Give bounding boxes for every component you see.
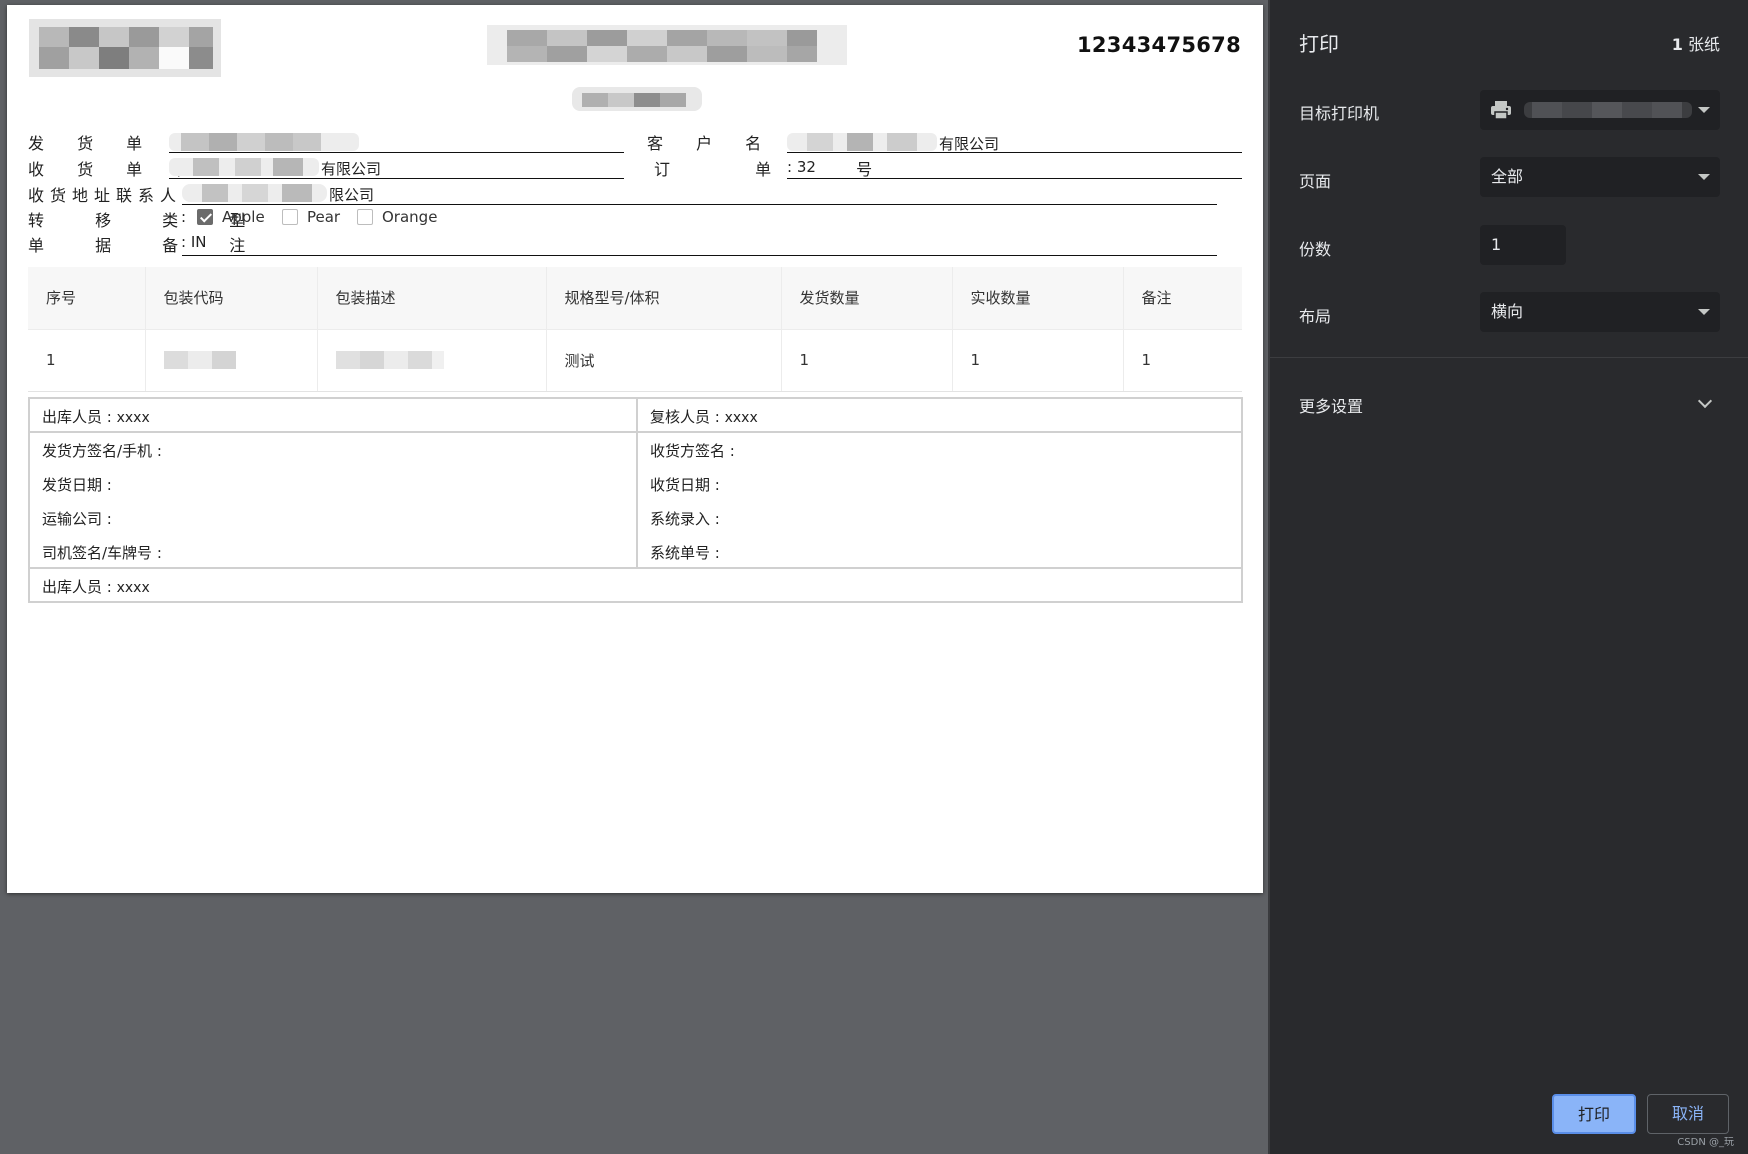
customer-value: 有限公司 [939,135,1000,153]
cell-ship-qty: 1 [781,329,953,392]
cell-spec: 测试 [546,329,782,392]
transfer-colon: : [181,208,187,226]
reviewer: 复核人员 : xxxx [650,408,758,426]
col-header-remark: 备注 [1123,267,1242,330]
checkbox-orange-box[interactable] [357,209,373,225]
remark-value: : IN [181,233,207,251]
print-preview-area: 12343475678 发 货 单 位 客 户 名 称 有限公司 收 货 单 位 [0,0,1268,1154]
paper-page: 12343475678 发 货 单 位 客 户 名 称 有限公司 收 货 单 位 [7,5,1263,893]
col-header-spec: 规格型号/体积 [546,267,782,330]
printer-label: 目标打印机 [1299,104,1380,123]
receiver-sign: 收货方签名 : [650,442,735,460]
receiver-value-blurred [169,156,319,178]
signature-divider-vertical [636,399,638,569]
pages-label: 页面 [1299,172,1332,191]
document-subtitle-blurred [572,87,702,111]
checkbox-orange-label: Orange [382,208,438,226]
outbound-staff: 出库人员 : xxxx [42,408,150,426]
customer-underline [787,152,1242,153]
system-entry: 系统录入 : [650,510,720,528]
watermark: CSDN @_玩 [1677,1137,1734,1148]
sheet-count: 1 张纸 [1671,35,1720,54]
shipper-underline [169,152,624,153]
cell-recv-qty: 1 [952,329,1124,392]
checkbox-pear-label: Pear [307,208,341,226]
driver-sign: 司机签名/车牌号 : [42,544,162,562]
remark-label: 单 据 备 注 [28,236,269,255]
chevron-down-icon[interactable] [1697,393,1713,409]
company-logo-blurred [29,19,221,77]
copies-input[interactable]: 1 [1480,225,1566,265]
printer-select[interactable] [1480,90,1720,130]
cell-package-code [145,329,318,392]
panel-divider [1270,357,1748,358]
layout-label: 布局 [1299,307,1332,326]
copies-label: 份数 [1299,240,1332,259]
signature-divider-2 [30,567,1241,569]
items-table: 序号 包装代码 包装描述 规格型号/体积 发货数量 实收数量 备注 1 测试 1… [28,267,1242,392]
contact-value-blurred [182,182,327,204]
layout-value: 横向 [1491,302,1524,321]
pages-value: 全部 [1491,167,1524,186]
cell-index: 1 [28,329,146,392]
shipper-sign: 发货方签名/手机 : [42,442,162,460]
outbound-staff-2: 出库人员 : xxxx [42,578,150,596]
shipper-value-blurred [169,131,359,153]
col-header-package-code: 包装代码 [145,267,318,330]
cell-remark: 1 [1123,329,1242,392]
checkbox-orange[interactable]: Orange [357,208,437,226]
document-title-blurred [487,25,847,65]
checkbox-pear-box[interactable] [282,209,298,225]
col-header-recv-qty: 实收数量 [952,267,1124,330]
receiver-value: 有限公司 [321,160,382,178]
remark-underline [182,255,1217,256]
contact-value: 限公司 [329,186,375,204]
table-header-row: 序号 包装代码 包装描述 规格型号/体积 发货数量 实收数量 备注 [28,267,1242,330]
order-underline [787,178,1242,179]
contact-label: 收货地址联系人 [28,186,183,205]
receiver-underline [169,178,624,179]
order-label: 订 单 号 [654,160,913,179]
checkbox-apple-box[interactable] [197,209,213,225]
more-settings-toggle[interactable]: 更多设置 [1299,393,1363,417]
printer-icon [1491,101,1511,120]
signature-box: 出库人员 : xxxx 复核人员 : xxxx 发货方签名/手机 : 收货方签名… [28,397,1243,603]
cell-package-desc [317,329,547,392]
checkbox-apple[interactable]: Apple [197,208,265,226]
col-header-package-desc: 包装描述 [317,267,547,330]
print-settings-panel: 打印 1 张纸 目标打印机 页面 全部 份数 1 布局 横向 更多设置 打印 取… [1268,0,1748,1154]
chevron-down-icon [1698,309,1710,315]
pages-select[interactable]: 全部 [1480,157,1720,197]
cancel-button[interactable]: 取消 [1647,1094,1729,1134]
panel-title: 打印 [1299,32,1339,56]
checkbox-apple-label: Apple [222,208,265,226]
ship-date: 发货日期 : [42,476,112,494]
table-row: 1 测试 1 1 1 [28,329,1242,392]
col-header-index: 序号 [28,267,146,330]
layout-select[interactable]: 横向 [1480,292,1720,332]
signature-divider-1 [30,431,1241,433]
transport-company: 运输公司 : [42,510,112,528]
order-value: : 32 [787,158,816,176]
checkbox-pear[interactable]: Pear [282,208,340,226]
contact-underline [182,204,1217,205]
print-button[interactable]: 打印 [1552,1094,1636,1134]
customer-value-blurred [787,131,937,153]
document-number: 12343475678 [1076,33,1241,57]
chevron-down-icon [1698,174,1710,180]
chevron-down-icon [1698,107,1710,113]
col-header-ship-qty: 发货数量 [781,267,953,330]
receive-date: 收货日期 : [650,476,720,494]
system-number: 系统单号 : [650,544,720,562]
printer-name-blurred [1524,100,1692,120]
